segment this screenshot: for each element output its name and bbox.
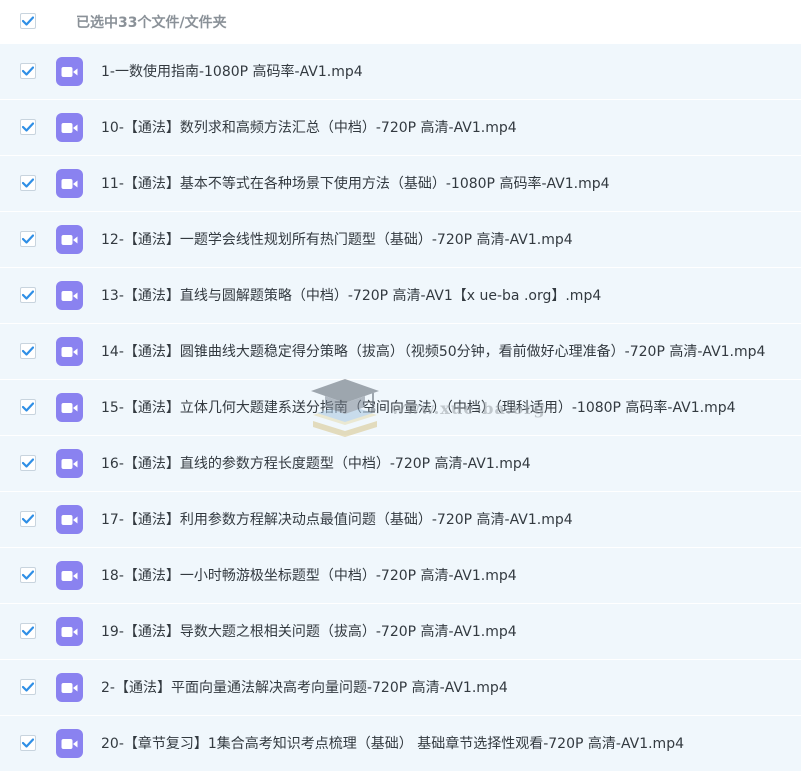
video-camera-icon [61,570,78,581]
file-checkbox[interactable] [20,63,36,79]
checkmark-icon [22,626,34,636]
video-camera-icon [61,626,78,637]
video-camera-icon [61,738,78,749]
checkmark-icon [22,290,34,300]
select-all-checkbox[interactable] [20,13,36,29]
checkmark-icon [22,234,34,244]
file-name[interactable]: 19-【通法】导数大题之根相关问题（拔高）-720P 高清-AV1.mp4 [101,621,517,641]
video-camera-icon [61,178,78,189]
file-row[interactable]: 1-一数使用指南-1080P 高码率-AV1.mp4 [0,44,801,100]
video-camera-icon [61,682,78,693]
file-name[interactable]: 11-【通法】基本不等式在各种场景下使用方法（基础）-1080P 高码率-AV1… [101,173,610,193]
file-checkbox[interactable] [20,735,36,751]
file-name[interactable]: 13-【通法】直线与圆解题策略（中档）-720P 高清-AV1【x ue-ba … [101,285,601,305]
file-checkbox[interactable] [20,119,36,135]
file-row[interactable]: 2-【通法】平面向量通法解决高考向量问题-720P 高清-AV1.mp4 [0,660,801,716]
file-row[interactable]: 18-【通法】一小时畅游极坐标题型（中档）-720P 高清-AV1.mp4 [0,548,801,604]
checkmark-icon [22,570,34,580]
video-file-icon [56,505,83,534]
file-name[interactable]: 18-【通法】一小时畅游极坐标题型（中档）-720P 高清-AV1.mp4 [101,565,517,585]
file-name[interactable]: 2-【通法】平面向量通法解决高考向量问题-720P 高清-AV1.mp4 [101,677,508,697]
video-camera-icon [61,402,78,413]
selection-header: 已选中33个文件/文件夹 [0,0,801,44]
file-row[interactable]: 12-【通法】一题学会线性规划所有热门题型（基础）-720P 高清-AV1.mp… [0,212,801,268]
video-file-icon [56,113,83,142]
checkmark-icon [22,514,34,524]
file-list: 1-一数使用指南-1080P 高码率-AV1.mp4 10-【通法】数列求和高频方… [0,44,801,772]
file-name[interactable]: 14-【通法】圆锥曲线大题稳定得分策略（拔高）（视频50分钟，看前做好心理准备）… [101,341,765,361]
checkmark-icon [22,682,34,692]
checkmark-icon [22,346,34,356]
video-file-icon [56,449,83,478]
file-checkbox[interactable] [20,175,36,191]
file-checkbox[interactable] [20,623,36,639]
file-name[interactable]: 10-【通法】数列求和高频方法汇总（中档）-720P 高清-AV1.mp4 [101,117,517,137]
file-row[interactable]: 15-【通法】立体几何大题建系送分指南（空间向量法）（中档）（理科适用）-108… [0,380,801,436]
video-file-icon [56,225,83,254]
video-file-icon [56,57,83,86]
file-name[interactable]: 12-【通法】一题学会线性规划所有热门题型（基础）-720P 高清-AV1.mp… [101,229,573,249]
video-file-icon [56,673,83,702]
video-file-icon [56,393,83,422]
file-row[interactable]: 20-【章节复习】1集合高考知识考点梳理（基础） 基础章节选择性观看-720P … [0,716,801,772]
file-checkbox[interactable] [20,287,36,303]
checkmark-icon [22,16,34,26]
file-row[interactable]: 14-【通法】圆锥曲线大题稳定得分策略（拔高）（视频50分钟，看前做好心理准备）… [0,324,801,380]
video-camera-icon [61,346,78,357]
video-camera-icon [61,66,78,77]
checkmark-icon [22,458,34,468]
file-checkbox[interactable] [20,679,36,695]
file-checkbox[interactable] [20,511,36,527]
video-camera-icon [61,458,78,469]
file-row[interactable]: 10-【通法】数列求和高频方法汇总（中档）-720P 高清-AV1.mp4 [0,100,801,156]
checkmark-icon [22,122,34,132]
selection-count-label: 已选中33个文件/文件夹 [76,15,227,31]
checkmark-icon [22,178,34,188]
video-camera-icon [61,514,78,525]
video-file-icon [56,561,83,590]
file-checkbox[interactable] [20,343,36,359]
video-file-icon [56,169,83,198]
file-row[interactable]: 19-【通法】导数大题之根相关问题（拔高）-720P 高清-AV1.mp4 [0,604,801,660]
file-row[interactable]: 16-【通法】直线的参数方程长度题型（中档）-720P 高清-AV1.mp4 [0,436,801,492]
video-camera-icon [61,234,78,245]
video-file-icon [56,729,83,758]
file-row[interactable]: 13-【通法】直线与圆解题策略（中档）-720P 高清-AV1【x ue-ba … [0,268,801,324]
file-name[interactable]: 15-【通法】立体几何大题建系送分指南（空间向量法）（中档）（理科适用）-108… [101,397,736,417]
checkmark-icon [22,66,34,76]
video-file-icon [56,337,83,366]
file-checkbox[interactable] [20,455,36,471]
file-selection-panel: 已选中33个文件/文件夹 1-一数使用指南-1080P 高码率-AV1.mp4 1… [0,0,801,773]
file-name[interactable]: 20-【章节复习】1集合高考知识考点梳理（基础） 基础章节选择性观看-720P … [101,733,684,753]
file-name[interactable]: 17-【通法】利用参数方程解决动点最值问题（基础）-720P 高清-AV1.mp… [101,509,573,529]
file-name[interactable]: 16-【通法】直线的参数方程长度题型（中档）-720P 高清-AV1.mp4 [101,453,531,473]
video-camera-icon [61,122,78,133]
file-checkbox[interactable] [20,399,36,415]
file-checkbox[interactable] [20,567,36,583]
file-row[interactable]: 11-【通法】基本不等式在各种场景下使用方法（基础）-1080P 高码率-AV1… [0,156,801,212]
video-file-icon [56,617,83,646]
checkmark-icon [22,738,34,748]
file-checkbox[interactable] [20,231,36,247]
file-row[interactable]: 17-【通法】利用参数方程解决动点最值问题（基础）-720P 高清-AV1.mp… [0,492,801,548]
checkmark-icon [22,402,34,412]
video-file-icon [56,281,83,310]
video-camera-icon [61,290,78,301]
file-name[interactable]: 1-一数使用指南-1080P 高码率-AV1.mp4 [101,61,363,81]
